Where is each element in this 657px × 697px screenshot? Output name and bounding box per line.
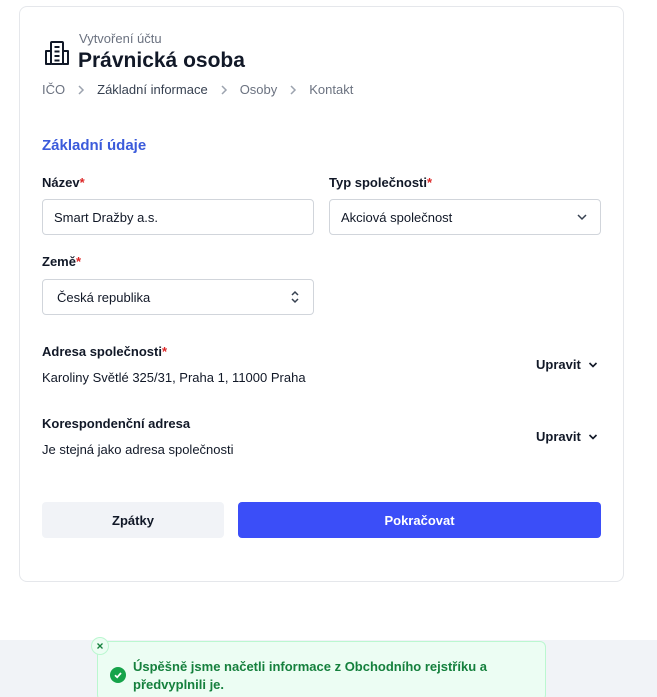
required-mark: * — [75, 254, 82, 269]
breadcrumb-item-basic-info[interactable]: Základní informace — [97, 82, 208, 97]
edit-label: Upravit — [536, 429, 581, 444]
back-button[interactable]: Zpátky — [42, 502, 224, 538]
toast-message: Úspěšně jsme načetli informace z Obchodn… — [133, 659, 487, 692]
breadcrumb-item-ico[interactable]: IČO — [42, 82, 65, 97]
success-toast: Úspěšně jsme načetli informace z Obchodn… — [91, 637, 546, 697]
company-address-label: Adresa společnosti* — [42, 344, 167, 359]
page-eyebrow: Vytvoření účtu — [79, 31, 162, 46]
country-select[interactable]: Česká republika — [42, 279, 314, 315]
company-address-value: Karoliny Světlé 325/31, Praha 1, 11000 P… — [42, 370, 306, 385]
breadcrumb: IČO Základní informace Osoby Kontakt — [42, 82, 353, 97]
correspondence-address-value: Je stejná jako adresa společnosti — [42, 442, 234, 457]
chevron-down-icon — [588, 361, 597, 368]
check-circle-icon — [110, 667, 126, 683]
company-address-label-text: Adresa společnosti — [42, 344, 162, 359]
country-value: Česká republika — [57, 289, 151, 305]
company-type-value: Akciová společnost — [341, 209, 453, 225]
correspondence-address-label: Korespondenční adresa — [42, 416, 191, 431]
country-label-text: Země — [42, 254, 76, 269]
close-icon[interactable] — [91, 637, 109, 655]
breadcrumb-item-contact[interactable]: Kontakt — [309, 82, 353, 97]
name-label-text: Název — [42, 175, 80, 190]
chevron-down-icon — [577, 214, 587, 221]
edit-correspondence-address-button[interactable]: Upravit — [536, 429, 598, 444]
name-label: Název* — [42, 175, 85, 190]
section-title: Základní údaje — [42, 137, 147, 154]
required-mark: * — [79, 175, 85, 190]
registration-card: Vytvoření účtu Právnická osoba IČO Zákla… — [19, 6, 624, 582]
breadcrumb-item-persons[interactable]: Osoby — [240, 82, 278, 97]
chevron-right-icon — [220, 84, 228, 95]
country-label: Země* — [42, 254, 81, 269]
building-icon — [45, 41, 69, 65]
chevron-right-icon — [289, 84, 297, 95]
chevron-up-down-icon — [291, 290, 299, 304]
company-type-select[interactable]: Akciová společnost — [329, 199, 601, 235]
required-mark: * — [427, 175, 433, 190]
company-type-label-text: Typ společnosti — [329, 175, 427, 190]
page-title: Právnická osoba — [78, 49, 245, 72]
name-input[interactable]: Smart Dražby a.s. — [42, 199, 314, 235]
name-input-value: Smart Dražby a.s. — [54, 209, 159, 225]
edit-company-address-button[interactable]: Upravit — [536, 357, 598, 372]
chevron-down-icon — [588, 433, 597, 440]
required-mark: * — [161, 344, 167, 359]
company-type-label: Typ společnosti* — [329, 175, 432, 190]
chevron-right-icon — [77, 84, 85, 95]
edit-label: Upravit — [536, 357, 581, 372]
continue-button[interactable]: Pokračovat — [238, 502, 601, 538]
